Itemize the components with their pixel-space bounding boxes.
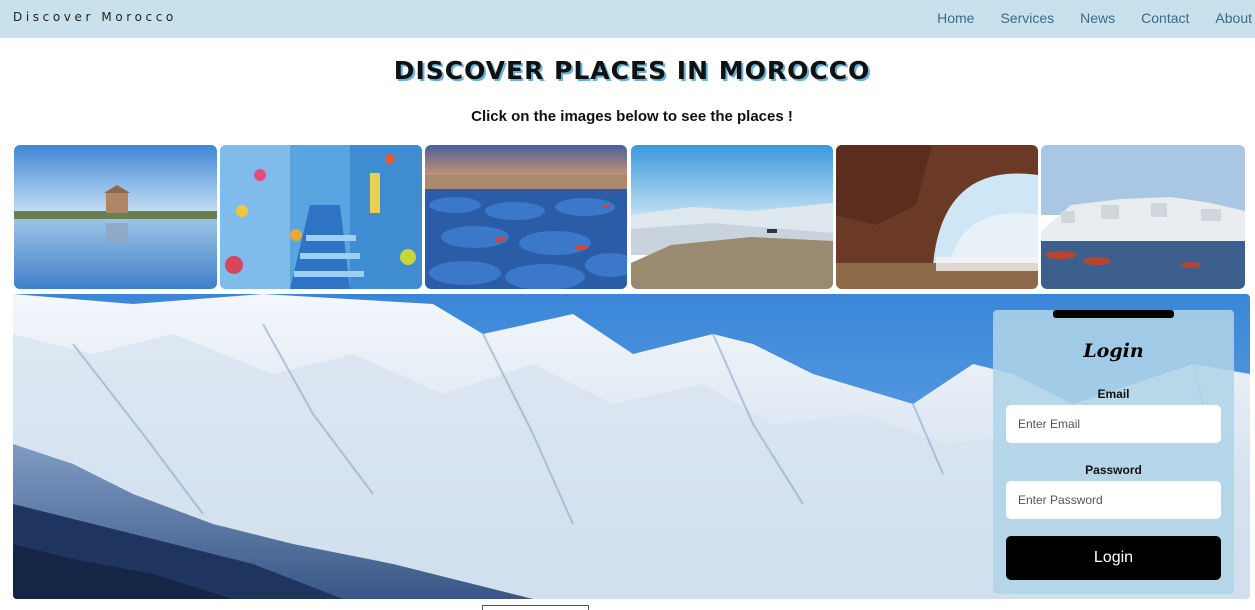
email-field[interactable] [1006,405,1221,443]
gallery-image-essaouira[interactable] [425,145,627,289]
gallery-image-desert[interactable] [631,145,833,289]
login-button[interactable]: Login [1006,536,1221,580]
nav-link-news[interactable]: News [1080,10,1115,26]
password-field[interactable] [1006,481,1221,519]
gallery-image-coastal-town[interactable] [1041,145,1245,289]
gallery-image-legzira[interactable] [836,145,1038,289]
nav-link-about[interactable]: About [1215,10,1252,26]
image-gallery [14,145,1245,289]
legzira-arch-beach-photo [836,145,1038,289]
nav-link-contact[interactable]: Contact [1141,10,1189,26]
email-label: Email [1097,387,1130,401]
essaouira-blue-boats-photo [425,145,627,289]
login-title: Login [1083,340,1144,362]
coastal-town-harbor-photo [1041,145,1245,289]
nav-links: Home Services News Contact About [911,10,1252,26]
navbar: Discover Morocco Home Services News Cont… [0,0,1255,38]
brand-logo-text[interactable]: Discover Morocco [13,10,177,24]
card-top-bar [1053,310,1174,318]
nav-link-services[interactable]: Services [1000,10,1054,26]
login-card: Login Email Password Login [993,310,1234,594]
nav-link-home[interactable]: Home [937,10,974,26]
password-label: Password [1085,463,1142,477]
gallery-image-chefchaouen[interactable] [220,145,422,289]
page-subtitle: Click on the images below to see the pla… [471,108,793,125]
page-title: DISCOVER PLACES IN MOROCCO [393,56,871,85]
gallery-image-marrakech[interactable] [14,145,217,289]
desert-dunes-photo [631,145,833,289]
marrakech-pavilion-photo [14,145,217,289]
chefchaouen-blue-street-photo [220,145,422,289]
